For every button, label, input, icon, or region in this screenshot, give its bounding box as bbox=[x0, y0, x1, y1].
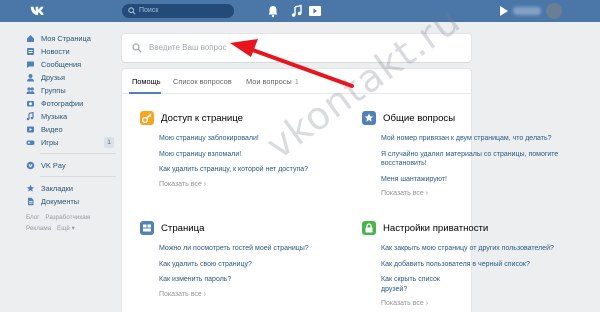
games-count-badge: 1 bbox=[104, 137, 114, 148]
section-title: Настройки приватности bbox=[383, 222, 489, 234]
sidebar-item-groups[interactable]: Группы bbox=[26, 84, 118, 97]
music-icon bbox=[26, 112, 34, 121]
section-header[interactable]: Настройки приватности bbox=[362, 220, 488, 236]
sidebar-item-photos[interactable]: Фотографии bbox=[26, 97, 118, 110]
show-all-link[interactable]: Показать все › bbox=[159, 181, 310, 188]
footer-link-blog[interactable]: Блог bbox=[26, 214, 40, 221]
sidebar-item-label: Видео bbox=[41, 125, 63, 134]
header-search-input[interactable]: Поиск bbox=[122, 4, 234, 18]
sidebar-divider bbox=[40, 153, 116, 154]
sidebar-divider bbox=[40, 176, 116, 177]
show-all-label: Показать все bbox=[381, 190, 424, 197]
help-search-placeholder: Введите Ваш вопрос bbox=[149, 43, 227, 52]
question-link[interactable]: Мой номер привязан к двум страницам, что… bbox=[381, 134, 552, 144]
footer-link-developers[interactable]: Разработчикам bbox=[45, 214, 90, 221]
profile-menu[interactable] bbox=[498, 3, 568, 19]
page-icon bbox=[140, 221, 154, 235]
question-link[interactable]: Как скрыть список друзей? bbox=[381, 275, 468, 294]
vk-logo-icon[interactable] bbox=[30, 4, 47, 18]
search-icon bbox=[132, 43, 142, 53]
sidebar-item-messages[interactable]: Сообщения bbox=[26, 58, 118, 71]
sidebar-item-label: VK Pay bbox=[41, 161, 66, 170]
search-icon bbox=[128, 7, 136, 15]
sidebar-item-vkpay[interactable]: VK Pay bbox=[26, 159, 118, 172]
question-link[interactable]: Как изменить пароль? bbox=[159, 275, 310, 285]
left-sidebar: Моя Страница Новости Сообщения Друзья Гр… bbox=[26, 32, 118, 234]
friends-icon bbox=[27, 74, 34, 82]
question-link[interactable]: Как добавить пользователя в черный списо… bbox=[381, 260, 530, 270]
star-icon bbox=[362, 111, 376, 125]
footer-link-more[interactable]: Ещё ▾ bbox=[57, 225, 75, 232]
sidebar-item-label: Фотографии bbox=[41, 99, 84, 108]
section-general-questions: Общие вопросы Мой номер привязан к двум … bbox=[362, 110, 558, 197]
player-play-icon[interactable] bbox=[500, 6, 508, 16]
username-blurred bbox=[513, 7, 541, 15]
section-title: Доступ к странице bbox=[161, 112, 244, 124]
help-tabs: Помощь Список вопросов Мои вопросы 1 bbox=[122, 69, 471, 94]
section-page: Страница Можно ли посмотреть гостей моей… bbox=[140, 220, 310, 298]
sidebar-item-label: Новости bbox=[41, 47, 70, 56]
question-link[interactable]: Меня шантажируют! bbox=[381, 175, 468, 185]
sidebar-item-friends[interactable]: Друзья bbox=[26, 71, 118, 84]
documents-icon bbox=[28, 197, 34, 206]
sidebar-item-label: Музыка bbox=[41, 112, 68, 121]
sidebar-item-video[interactable]: Видео bbox=[26, 123, 118, 136]
section-header[interactable]: Общие вопросы bbox=[362, 110, 468, 126]
bell-icon[interactable] bbox=[266, 4, 280, 18]
question-link[interactable]: Как удалить страницу, к которой нет дост… bbox=[159, 165, 310, 175]
tab-my-questions-count: 1 bbox=[294, 77, 299, 86]
messages-icon bbox=[27, 61, 34, 68]
avatar[interactable] bbox=[546, 3, 562, 19]
show-all-label: Показать все bbox=[159, 180, 202, 188]
show-all-label: Показать все bbox=[381, 300, 424, 307]
section-title: Общие вопросы bbox=[383, 112, 456, 124]
key-icon bbox=[140, 111, 154, 125]
header-search-placeholder: Поиск bbox=[139, 7, 159, 14]
sidebar-item-label: Моя Страница bbox=[41, 34, 91, 43]
sidebar-item-label: Документы bbox=[41, 197, 80, 206]
active-tab-indicator bbox=[129, 92, 161, 94]
tab-help[interactable]: Помощь bbox=[132, 77, 161, 86]
sidebar-item-label: Друзья bbox=[41, 73, 65, 82]
show-all-label: Показать все bbox=[159, 290, 202, 298]
play-icon[interactable] bbox=[308, 4, 322, 18]
lock-icon bbox=[362, 221, 376, 235]
music-note-icon[interactable] bbox=[290, 4, 304, 18]
bookmarks-icon bbox=[26, 184, 35, 192]
question-link[interactable]: Как удалить свою страницу? bbox=[159, 260, 310, 270]
sidebar-item-label: Сообщения bbox=[41, 60, 82, 69]
sidebar-item-bookmarks[interactable]: Закладки bbox=[26, 182, 118, 195]
sidebar-item-games[interactable]: Игры 1 bbox=[26, 136, 118, 149]
tab-my-questions[interactable]: Мои вопросы 1 bbox=[246, 77, 299, 86]
question-link[interactable]: Как закрыть мою страницу от других польз… bbox=[381, 244, 554, 254]
video-icon bbox=[27, 126, 34, 133]
show-all-link[interactable]: Показать все › bbox=[159, 291, 310, 298]
show-all-link[interactable]: Показать все › bbox=[381, 300, 468, 307]
games-icon bbox=[26, 140, 35, 145]
photos-icon bbox=[27, 101, 34, 107]
sidebar-footer: Блог Разработчикам Реклама Ещё ▾ bbox=[26, 212, 118, 234]
news-icon bbox=[27, 48, 34, 55]
tab-question-list[interactable]: Список вопросов bbox=[173, 77, 232, 86]
sidebar-item-documents[interactable]: Документы bbox=[26, 195, 118, 208]
tab-my-questions-label: Мои вопросы bbox=[246, 77, 292, 86]
sidebar-item-my-page[interactable]: Моя Страница bbox=[26, 32, 118, 45]
show-all-link[interactable]: Показать все › bbox=[381, 190, 468, 197]
section-privacy-settings: Настройки приватности Как закрыть мою ст… bbox=[362, 220, 554, 307]
footer-link-ads[interactable]: Реклама bbox=[26, 225, 51, 232]
sidebar-item-news[interactable]: Новости bbox=[26, 45, 118, 58]
sidebar-item-label: Игры bbox=[41, 138, 59, 147]
home-icon bbox=[27, 35, 34, 42]
vkpay-icon bbox=[26, 161, 35, 170]
section-title: Страница bbox=[161, 222, 205, 234]
question-link[interactable]: Можно ли посмотреть гостей моей страницы… bbox=[159, 244, 310, 254]
sidebar-item-label: Закладки bbox=[41, 184, 73, 193]
sidebar-item-label: Группы bbox=[41, 86, 66, 95]
question-link[interactable]: Я случайно удалил материалы со страницы,… bbox=[381, 150, 576, 169]
top-header: Поиск bbox=[0, 0, 600, 22]
groups-icon bbox=[26, 87, 35, 94]
sidebar-item-music[interactable]: Музыка bbox=[26, 110, 118, 123]
section-header[interactable]: Страница bbox=[140, 220, 310, 236]
